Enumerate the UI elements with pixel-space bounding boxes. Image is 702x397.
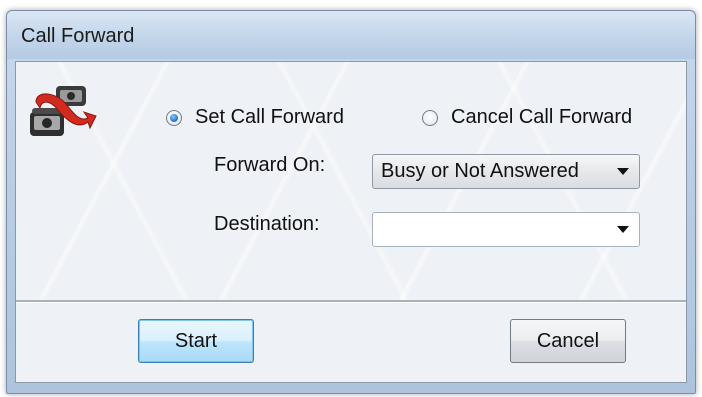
title-bar[interactable]: Call Forward [7,11,695,59]
cancel-call-forward-label: Cancel Call Forward [451,106,633,128]
call-forward-phones-icon [30,86,97,136]
destination-label: Destination: [214,213,320,235]
set-call-forward-radio[interactable] [166,109,182,126]
start-button[interactable]: Start [138,319,254,363]
window-title: Call Forward [21,25,135,47]
set-call-forward-option[interactable]: Set Call Forward [166,106,344,129]
chevron-down-icon [617,226,629,233]
destination-combo[interactable] [372,212,640,247]
chevron-down-icon [617,168,629,175]
cancel-call-forward-radio[interactable] [422,109,438,126]
dialog-client-area: Set Call Forward Cancel Call Forward For… [15,61,687,383]
cancel-button[interactable]: Cancel [510,319,626,363]
cancel-call-forward-option[interactable]: Cancel Call Forward [422,106,632,129]
form-panel: Set Call Forward Cancel Call Forward For… [16,62,686,300]
call-forward-dialog: Call Forward Set Call Forward Cancel Cal… [6,10,696,394]
forward-on-label: Forward On: [214,154,326,176]
button-bar: Start Cancel [16,303,686,382]
set-call-forward-label: Set Call Forward [195,106,344,128]
forward-on-value: Busy or Not Answered [381,160,579,182]
forward-on-select[interactable]: Busy or Not Answered [372,154,640,189]
